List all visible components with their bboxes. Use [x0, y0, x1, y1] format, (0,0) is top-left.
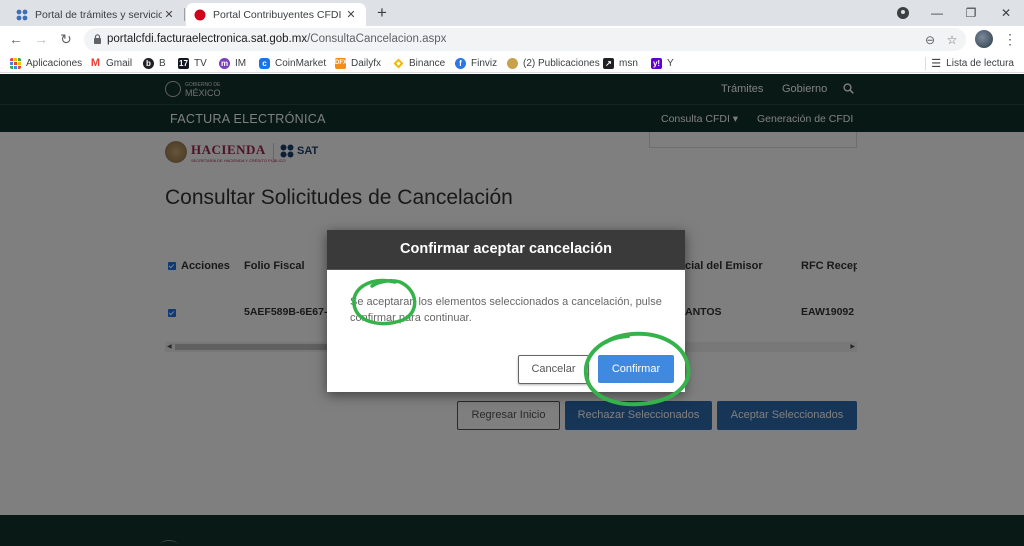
lock-icon [94, 34, 101, 44]
bookmark-tv[interactable]: 17 TV [178, 55, 207, 71]
bookmarks-bar: Aplicaciones M Gmail b B 17 TV m IM c Co… [0, 53, 1024, 73]
tab-separator [184, 8, 185, 21]
bookmark-label: (2) Publicaciones [523, 57, 600, 69]
bookmark-label: TV [194, 57, 207, 69]
tradingview-icon: 17 [178, 57, 189, 69]
cancel-button[interactable]: Cancelar [518, 355, 589, 384]
bookmark-coinmarket[interactable]: c CoinMarket [259, 55, 326, 71]
apps-grid-icon [10, 57, 21, 69]
bookmark-gmail[interactable]: M Gmail [90, 55, 132, 71]
new-tab-button[interactable]: + [372, 3, 392, 23]
bookmark-label: B [159, 57, 166, 69]
dialog-header: Confirmar aceptar cancelación [327, 230, 685, 270]
forward-arrow-icon[interactable]: → [31, 29, 51, 49]
red-circle-favicon-icon [194, 9, 206, 20]
reading-list-label: Lista de lectura [946, 57, 1014, 69]
bookmark-label: msn [619, 57, 638, 69]
bookmark-label: IM [235, 57, 247, 69]
tab-title: Portal de trámites y servicios - SAT [35, 8, 162, 21]
binance-icon [393, 58, 404, 68]
tab-portal-tramites[interactable]: Portal de trámites y servicios - SAT ✕ [8, 3, 184, 26]
bookmark-label: Dailyfx [351, 57, 382, 69]
msn-icon: ↗ [603, 57, 614, 69]
confirm-button[interactable]: Confirmar [598, 355, 674, 383]
url-path: /ConsultaCancelacion.aspx [307, 33, 447, 45]
browser-tabstrip: Portal de trámites y servicios - SAT ✕ P… [0, 0, 1024, 26]
profile-icon[interactable] [897, 7, 909, 19]
yahoo-icon: y! [651, 57, 662, 69]
tab-close-icon[interactable]: ✕ [162, 8, 176, 21]
tab-close-icon[interactable]: ✕ [344, 8, 358, 21]
bookmark-label: Binance [409, 57, 446, 69]
maximize-button[interactable]: ❐ [956, 2, 986, 24]
close-window-button[interactable]: ✕ [991, 2, 1021, 24]
browser-menu-icon[interactable]: ⋮ [1003, 31, 1017, 47]
sat-favicon-icon [16, 9, 28, 20]
publicaciones-icon [507, 57, 518, 69]
bookmark-b[interactable]: b B [143, 55, 166, 71]
bookmark-dailyfx[interactable]: DFX Dailyfx [335, 55, 381, 71]
bookmarks-divider [925, 57, 926, 70]
bookmark-im[interactable]: m IM [219, 55, 246, 71]
reading-list-icon: ☰ [931, 57, 942, 70]
b-logo-icon: b [143, 57, 154, 69]
dialog-title: Confirmar aceptar cancelación [400, 241, 612, 257]
bookmark-label: Aplicaciones [26, 57, 83, 69]
bookmark-yahoo[interactable]: y! Y [651, 55, 674, 71]
zoom-icon[interactable]: ⊖ [922, 32, 938, 48]
browser-toolbar: ← → ↻ portalcfdi.facturaelectronica.sat.… [0, 26, 1024, 53]
bookmark-binance[interactable]: Binance [393, 55, 445, 71]
coinmarket-icon: c [259, 57, 270, 69]
bookmark-publicaciones[interactable]: (2) Publicaciones [507, 55, 600, 71]
url-host: portalcfdi.facturaelectronica.sat.gob.mx [107, 33, 308, 45]
url-text: portalcfdi.facturaelectronica.sat.gob.mx… [107, 33, 446, 45]
confirm-dialog: Confirmar aceptar cancelación Se aceptar… [327, 230, 685, 392]
bookmark-label: CoinMarket [275, 57, 327, 69]
back-arrow-icon[interactable]: ← [6, 29, 26, 49]
user-avatar[interactable] [975, 30, 993, 48]
bookmark-finviz[interactable]: f Finviz [455, 55, 497, 71]
dailyfx-icon: DFX [335, 57, 347, 69]
tab-title: Portal Contribuyentes CFDI | Cancelación [213, 8, 344, 21]
bookmark-label: Gmail [106, 57, 133, 69]
bookmark-label: Y [667, 57, 674, 69]
bookmark-label: Finviz [471, 57, 498, 69]
gmail-icon: M [90, 56, 101, 69]
dialog-message: Se aceptaran los elementos seleccionados… [350, 296, 662, 324]
star-bookmark-icon[interactable]: ☆ [944, 32, 960, 48]
finviz-icon: f [455, 57, 466, 69]
im-icon: m [219, 57, 230, 69]
bookmark-aplicaciones[interactable]: Aplicaciones [10, 55, 82, 71]
reading-list-button[interactable]: ☰ Lista de lectura [931, 55, 1014, 71]
tab-portal-contribuyentes[interactable]: Portal Contribuyentes CFDI | Cancelación… [186, 3, 366, 26]
address-bar[interactable]: portalcfdi.facturaelectronica.sat.gob.mx… [84, 28, 966, 51]
reload-icon[interactable]: ↻ [56, 29, 76, 49]
minimize-button[interactable]: — [922, 2, 952, 24]
bookmark-msn[interactable]: ↗ msn [603, 55, 638, 71]
